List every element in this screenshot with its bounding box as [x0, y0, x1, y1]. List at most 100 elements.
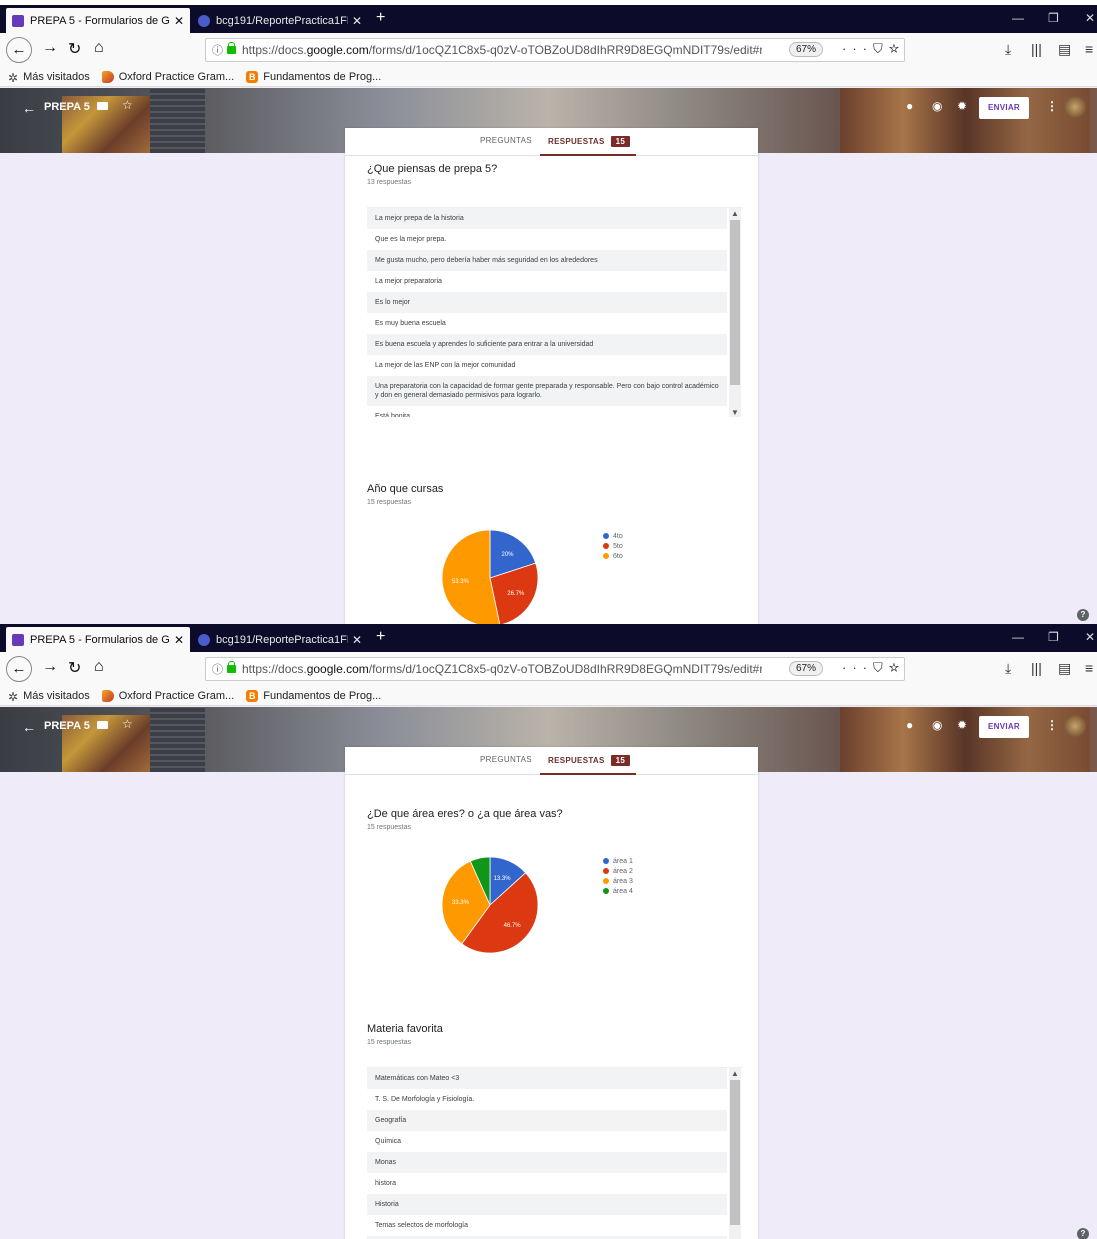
library-icon[interactable]: |||	[1031, 41, 1042, 57]
scroll-up-icon[interactable]: ▲	[731, 1069, 739, 1078]
tab-strip: PREPA 5 - Formularios de Goog ✕ bcg191/R…	[0, 5, 1097, 33]
bookmark-fundamentos[interactable]: B Fundamentos de Prog...	[246, 689, 381, 702]
question-header: ¿De que área eres? o ¿a que área vas? 15…	[367, 808, 563, 831]
zoom-badge[interactable]: 67%	[789, 42, 824, 57]
tab-strip: PREPA 5 - Formularios de Goog ✕ bcg191/R…	[0, 624, 1097, 652]
response-count: 15 respuestas	[367, 499, 411, 506]
bookmark-fundamentos[interactable]: B Fundamentos de Prog...	[246, 70, 381, 83]
data-label-2: 53.3%	[452, 579, 470, 585]
tab-github[interactable]: bcg191/ReportePractica1FP3Br ✕	[192, 8, 368, 33]
bookmark-oxford[interactable]: Oxford Practice Gram...	[101, 70, 234, 83]
info-icon[interactable]: ⓘ	[212, 42, 223, 58]
url-bar[interactable]: ⓘ https://docs.google.com/forms/d/1ocQZ1…	[205, 657, 905, 681]
sidebar-icon[interactable]: ▤	[1058, 660, 1071, 677]
minimize-icon[interactable]: —	[1012, 11, 1024, 25]
avatar[interactable]	[1064, 96, 1086, 118]
response-count: 15 respuestas	[367, 824, 411, 831]
tab-responses[interactable]: RESPUESTAS 15	[548, 136, 631, 147]
legend-entry-0: área 1	[603, 856, 633, 866]
scroll-down-icon[interactable]: ▼	[731, 408, 739, 417]
question-header: Materia favorita 15 respuestas	[367, 1023, 443, 1046]
bookmark-oxford[interactable]: Oxford Practice Gram...	[101, 689, 234, 702]
minimize-icon[interactable]: —	[1012, 630, 1024, 644]
bookmark-most-visited[interactable]: ✲ Más visitados	[8, 71, 90, 85]
palette-icon[interactable]: ●	[906, 99, 913, 113]
list-item: Temas selectos de morfología	[375, 1222, 468, 1229]
back-button[interactable]: ←	[6, 37, 32, 63]
form-title: PREPA 5	[44, 101, 90, 113]
more-vert-icon[interactable]: ⋮	[1046, 718, 1058, 732]
data-label-0: 20%	[501, 552, 514, 558]
folder-icon[interactable]	[97, 721, 108, 729]
bookmark-most-visited[interactable]: ✲ Más visitados	[8, 690, 90, 704]
more-vert-icon[interactable]: ⋮	[1046, 99, 1058, 113]
scroll-up-icon[interactable]: ▲	[731, 209, 739, 218]
page-actions-icon[interactable]: ···⛉☆	[842, 41, 905, 57]
send-button[interactable]: ENVIAR	[979, 97, 1029, 119]
scrollbar[interactable]: ▲ ▼	[729, 208, 741, 417]
zoom-badge[interactable]: 67%	[789, 661, 824, 676]
folder-icon[interactable]	[97, 102, 108, 110]
tab-forms[interactable]: PREPA 5 - Formularios de Goog ✕	[6, 8, 190, 33]
back-button[interactable]: ←	[6, 656, 32, 682]
legend-entry-1: 5to	[603, 541, 623, 551]
avatar[interactable]	[1064, 715, 1086, 737]
legend-label: área 3	[613, 877, 633, 885]
reload-button[interactable]: ↻	[68, 658, 81, 678]
download-icon[interactable]: ⤓	[1005, 41, 1011, 58]
reload-button[interactable]: ↻	[68, 39, 81, 59]
palette-icon[interactable]: ●	[906, 718, 913, 732]
tab-questions[interactable]: PREGUNTAS	[480, 755, 532, 764]
response-list[interactable]: Matemáticas con Mateo <3 T. S. De Morfolo…	[367, 1067, 743, 1239]
eye-icon[interactable]: ◉	[932, 99, 942, 113]
home-button[interactable]: ⌂	[94, 658, 104, 676]
help-icon[interactable]: ?	[1077, 1228, 1089, 1239]
url-text: https://docs.google.com/forms/d/1ocQZ1C8…	[242, 662, 762, 676]
menu-icon[interactable]: ≡	[1085, 41, 1093, 57]
response-list[interactable]: La mejor prepa de la historia Que es la m…	[367, 207, 743, 417]
home-button[interactable]: ⌂	[94, 39, 104, 57]
legend-label: 5to	[613, 542, 623, 550]
new-tab-button[interactable]: +	[376, 9, 385, 27]
legend-dot-icon	[603, 533, 609, 539]
page-actions-icon[interactable]: ···⛉☆	[842, 660, 905, 676]
settings-gear-icon[interactable]: ✹	[957, 99, 967, 113]
close-icon[interactable]: ✕	[352, 14, 362, 28]
back-arrow-icon[interactable]: ←	[22, 719, 36, 735]
list-item: Matemáticas con Mateo <3	[367, 1068, 727, 1089]
help-icon[interactable]: ?	[1077, 609, 1089, 621]
send-button[interactable]: ENVIAR	[979, 716, 1029, 738]
new-tab-button[interactable]: +	[376, 628, 385, 646]
library-icon[interactable]: |||	[1031, 660, 1042, 676]
window-close-icon[interactable]: ✕	[1085, 11, 1095, 25]
blogger-icon: B	[246, 689, 259, 702]
eye-icon[interactable]: ◉	[932, 718, 942, 732]
tab-forms[interactable]: PREPA 5 - Formularios de Goog ✕	[6, 627, 190, 652]
download-icon[interactable]: ⤓	[1005, 660, 1011, 677]
close-icon[interactable]: ✕	[352, 633, 362, 647]
forward-button[interactable]: →	[42, 39, 58, 57]
close-icon[interactable]: ✕	[174, 14, 184, 28]
window-close-icon[interactable]: ✕	[1085, 630, 1095, 644]
url-bar[interactable]: ⓘ https://docs.google.com/forms/d/1ocQZ1…	[205, 38, 905, 62]
scrollbar[interactable]: ▲	[729, 1068, 741, 1239]
back-arrow-icon[interactable]: ←	[22, 100, 36, 116]
tab-label: bcg191/ReportePractica1FP3Br	[216, 633, 348, 646]
restore-icon[interactable]: ❐	[1048, 11, 1059, 25]
restore-icon[interactable]: ❐	[1048, 630, 1059, 644]
close-icon[interactable]: ✕	[174, 633, 184, 647]
tab-responses[interactable]: RESPUESTAS 15	[548, 755, 631, 766]
star-icon[interactable]: ☆	[122, 717, 133, 731]
forward-button[interactable]: →	[42, 658, 58, 676]
list-item: La mejor prepa de la historia	[367, 208, 727, 229]
menu-icon[interactable]: ≡	[1085, 660, 1093, 676]
tab-questions[interactable]: PREGUNTAS	[480, 136, 532, 145]
tab-github[interactable]: bcg191/ReportePractica1FP3Br ✕	[192, 627, 368, 652]
settings-gear-icon[interactable]: ✹	[957, 718, 967, 732]
star-icon[interactable]: ☆	[122, 98, 133, 112]
sidebar-icon[interactable]: ▤	[1058, 41, 1071, 58]
lock-icon	[227, 661, 236, 673]
list-item: Que es la mejor prepa.	[375, 236, 447, 243]
info-icon[interactable]: ⓘ	[212, 661, 223, 677]
legend-entry-3: área 4	[603, 886, 633, 896]
